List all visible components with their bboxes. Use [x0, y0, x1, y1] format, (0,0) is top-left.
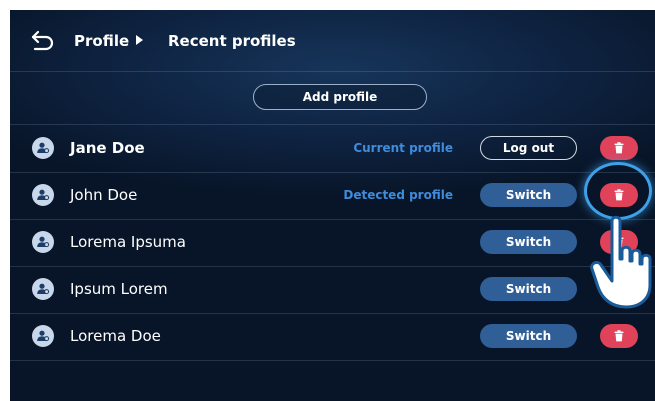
user-profile-icon — [32, 137, 54, 159]
tap-hand-icon — [590, 215, 652, 309]
switch-button[interactable]: Switch — [480, 324, 577, 348]
profile-name: Lorema Ipsuma — [70, 233, 186, 251]
user-profile-icon — [32, 231, 54, 253]
trash-icon — [614, 142, 624, 154]
profile-status: Detected profile — [343, 188, 453, 202]
chevron-right-icon — [136, 35, 143, 45]
add-profile-button[interactable]: Add profile — [253, 84, 427, 110]
profile-status: Current profile — [353, 141, 453, 155]
profile-row: Jane Doe Current profile Log out — [10, 126, 655, 172]
switch-button[interactable]: Switch — [480, 230, 577, 254]
divider — [10, 71, 655, 72]
user-profile-icon — [32, 184, 54, 206]
profile-row: Lorema Ipsuma Switch — [10, 220, 655, 266]
back-arrow-icon[interactable] — [30, 28, 56, 52]
divider — [10, 124, 655, 125]
logout-button[interactable]: Log out — [480, 136, 577, 160]
profile-name: Lorema Doe — [70, 327, 161, 345]
focus-ring — [584, 162, 652, 220]
trash-icon — [614, 330, 624, 342]
divider — [10, 360, 655, 361]
delete-profile-button[interactable] — [600, 136, 638, 160]
user-profile-icon — [32, 278, 54, 300]
switch-button[interactable]: Switch — [480, 277, 577, 301]
header: Profile Recent profiles — [10, 10, 655, 70]
profile-name: John Doe — [70, 186, 138, 204]
breadcrumb-profile[interactable]: Profile — [74, 32, 129, 50]
breadcrumb-recent-profiles: Recent profiles — [168, 32, 296, 50]
profile-name: Jane Doe — [70, 139, 145, 157]
switch-button[interactable]: Switch — [480, 183, 577, 207]
user-profile-icon — [32, 325, 54, 347]
delete-profile-button[interactable] — [600, 324, 638, 348]
profile-row: Ipsum Lorem Switch — [10, 267, 655, 313]
screen: Profile Recent profiles Add profile Jane… — [10, 10, 655, 401]
profile-row: Lorema Doe Switch — [10, 314, 655, 360]
profile-row: John Doe Detected profile Switch — [10, 173, 655, 219]
profile-name: Ipsum Lorem — [70, 280, 168, 298]
